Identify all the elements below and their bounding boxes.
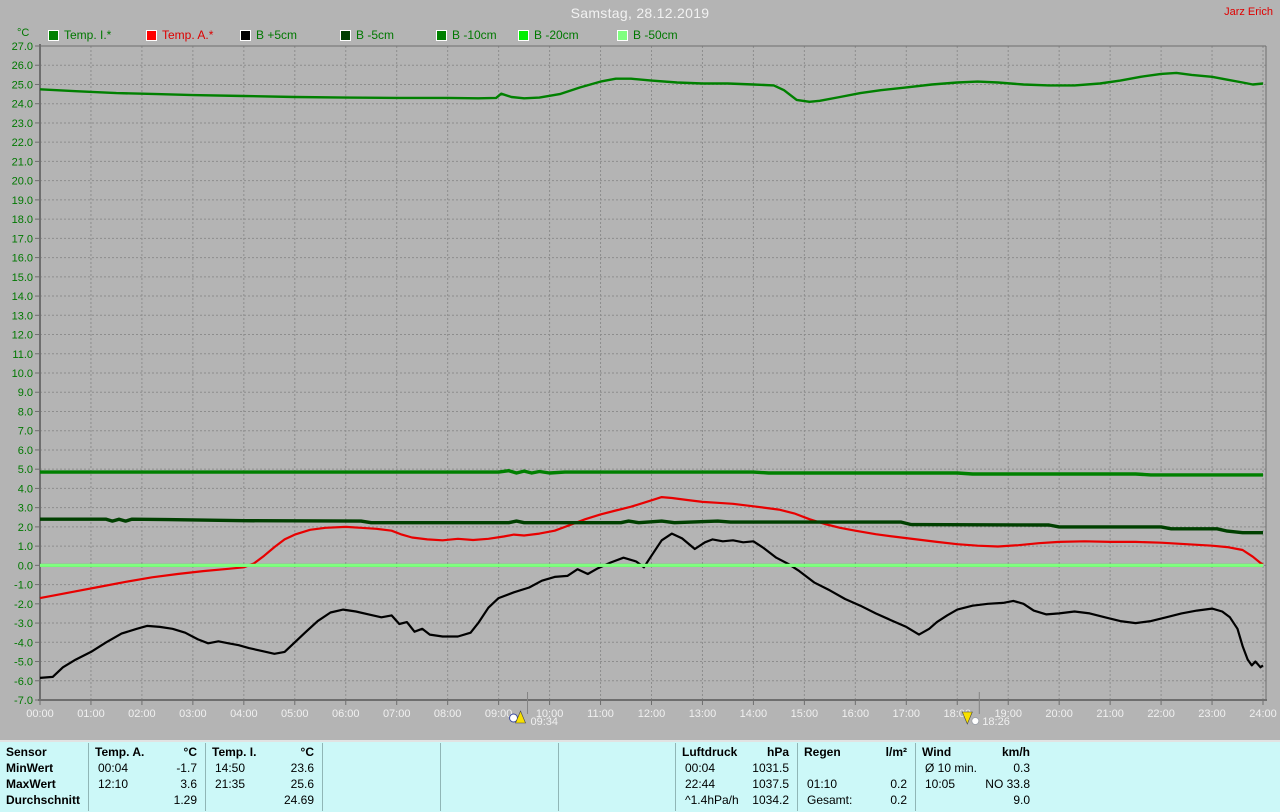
y-tick-label: 27.0 [12,41,33,53]
marker-time-label: 09:34 [531,716,559,728]
x-tick-label: 04:00 [230,708,258,720]
table-cell-value: 0.3 [1013,761,1030,775]
table-col-unit: hPa [766,745,789,759]
y-tick-label: 18.0 [12,214,33,226]
y-tick-label: 19.0 [12,195,33,207]
table-row-label-maxwert: MaxWert [6,777,56,791]
x-tick-label: 11:00 [587,708,614,720]
y-tick-label: 6.0 [18,445,33,457]
x-tick-label: 06:00 [332,708,360,720]
table-cell-value: 3.6 [180,777,197,791]
x-tick-label: 13:00 [689,708,717,720]
table-col-unit: °C [300,745,314,759]
y-tick-label: 20.0 [12,176,33,188]
table-col-unit: km/h [1001,745,1030,759]
table-col-unit: °C [183,745,197,759]
x-tick-label: 03:00 [179,708,207,720]
series-line-b-plus5 [39,532,1264,679]
x-tick-label: 21:00 [1096,708,1124,720]
table-cell-value: 1.29 [173,793,197,807]
x-tick-label: 14:00 [740,708,768,720]
table-cell-value: NO 33.8 [985,777,1030,791]
y-tick-label: -5.0 [14,657,33,669]
x-tick-label: 23:00 [1198,708,1226,720]
table-col-unit: l/m² [885,745,907,759]
x-tick-label: 24:00 [1249,708,1277,720]
column-divider [440,743,441,811]
table-cell-value: 1034.2 [752,793,789,807]
x-tick-label: 20:00 [1045,708,1073,720]
x-tick-label: 22:00 [1147,708,1175,720]
y-tick-label: 15.0 [12,272,33,284]
x-tick-label: 17:00 [893,708,921,720]
y-tick-label: 26.0 [12,60,33,72]
y-tick-label: 3.0 [18,503,33,515]
y-tick-label: 16.0 [12,253,33,265]
x-tick-label: 16:00 [842,708,870,720]
y-tick-label: 22.0 [12,137,33,149]
table-cell-value: 25.6 [290,777,314,791]
x-tick-label: 01:00 [77,708,105,720]
y-tick-label: 10.0 [12,368,33,380]
y-tick-label: 24.0 [12,99,33,111]
x-tick-label: 02:00 [128,708,156,720]
temperature-chart: -7.0 -6.0 -5.0 -4.0 -3.0 -2.0 -1.0 0.0 1.0 2.0 3.0… [12,41,1277,728]
table-cell-value: 0.2 [890,777,907,791]
y-tick-label: 8.0 [18,406,33,418]
table-cell-value: 0.2 [890,793,907,807]
x-tick-label: 12:00 [638,708,666,720]
table-cell-value: 1031.5 [752,761,789,775]
table-cell-value: -1.7 [176,761,197,775]
table-cell-value: 23.6 [290,761,314,775]
marker-time-label: 18:26 [982,716,1010,728]
x-tick-label: 05:00 [281,708,309,720]
table-row-label-minwert: MinWert [6,761,54,775]
y-tick-label: 13.0 [12,310,33,322]
table-row-label-sensor: Sensor [6,745,47,759]
y-tick-label: 0.0 [18,560,33,572]
table-cell-value: 24.69 [283,793,314,807]
y-tick-label: -1.0 [14,580,33,592]
summary-table: Sensor MinWert MaxWert Durchschnitt Temp. A.… [0,740,1280,812]
y-tick-label: -2.0 [14,599,33,611]
table-cell-value: 1037.5 [752,777,789,791]
y-tick-label: 17.0 [12,233,33,245]
y-tick-label: 21.0 [12,156,33,168]
y-tick-label: -7.0 [14,695,33,707]
y-tick-label: 14.0 [12,291,33,303]
column-divider [558,743,559,811]
x-tick-label: 07:00 [383,708,411,720]
y-tick-label: 9.0 [18,387,33,399]
set-marker-icon [971,717,980,725]
y-tick-label: 2.0 [18,522,33,534]
y-tick-label: 25.0 [12,79,33,91]
y-tick-label: 1.0 [18,541,33,553]
x-tick-label: 08:00 [434,708,462,720]
column-divider [322,743,323,811]
y-tick-label: 5.0 [18,464,33,476]
y-tick-label: 11.0 [12,349,33,361]
x-tick-label: 15:00 [791,708,819,720]
y-tick-label: 12.0 [12,330,33,342]
y-tick-label: -4.0 [14,637,33,649]
y-tick-label: -3.0 [14,618,33,630]
y-tick-label: 4.0 [18,483,33,495]
table-row-label-durchschnitt: Durchschnitt [6,793,81,807]
x-tick-label: 00:00 [26,708,54,720]
x-tick-label: 09:00 [485,708,513,720]
weather-station-window: Samstag, 28.12.2019 Jarz Erich °C Temp. … [0,0,1280,812]
y-tick-label: 7.0 [18,426,33,438]
y-tick-label: -6.0 [14,676,33,688]
table-cell-value: 9.0 [1013,793,1030,807]
y-tick-label: 23.0 [12,118,33,130]
